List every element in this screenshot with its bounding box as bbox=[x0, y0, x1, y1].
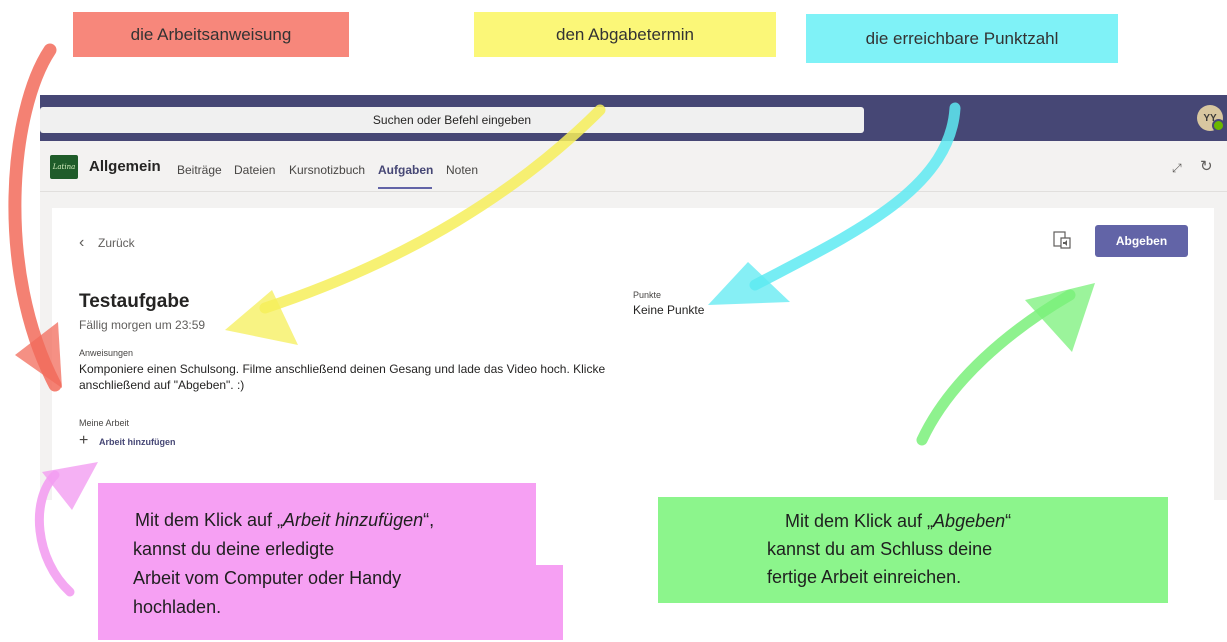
note-submit-line2: kannst du am Schluss deine bbox=[767, 539, 993, 559]
instructions-text: Komponiere einen Schulsong. Filme anschl… bbox=[79, 362, 606, 392]
team-logo-text: Latina bbox=[52, 163, 76, 171]
back-button[interactable]: Zurück bbox=[98, 236, 135, 250]
points-label: Punkte bbox=[633, 290, 662, 300]
due-date: Fällig morgen um 23:59 bbox=[79, 318, 206, 332]
tab-dateien[interactable]: Dateien bbox=[234, 163, 275, 177]
label-instructions: die Arbeitsanweisung bbox=[73, 12, 349, 57]
note-submit-emph: Abgeben bbox=[933, 511, 1006, 531]
submit-button[interactable]: Abgeben bbox=[1095, 225, 1188, 257]
instructions-label: Anweisungen bbox=[79, 348, 134, 358]
note-add-work-line3: Arbeit vom Computer oder Handy bbox=[133, 568, 402, 588]
note-submit-suffix: “ bbox=[1005, 511, 1012, 531]
note-add-work-prefix: Mit dem Klick auf „ bbox=[135, 510, 284, 530]
tab-kursnotizbuch[interactable]: Kursnotizbuch bbox=[289, 163, 365, 177]
note-submit: Mit dem Klick auf „Abgeben“ kannst du am… bbox=[767, 507, 1067, 591]
teams-window: Suchen oder Befehl eingeben YY Latina Al… bbox=[40, 95, 1227, 500]
assignment-card: ‹ Zurück Abgeben Testaufgabe Fällig morg… bbox=[52, 208, 1214, 500]
add-work-button[interactable]: Arbeit hinzufügen bbox=[99, 437, 176, 447]
search-input[interactable]: Suchen oder Befehl eingeben bbox=[40, 107, 864, 133]
assignment-title: Testaufgabe bbox=[79, 291, 190, 312]
label-due-date: den Abgabetermin bbox=[474, 12, 776, 57]
tab-aufgaben[interactable]: Aufgaben bbox=[378, 163, 433, 177]
note-add-work-emph: Arbeit hinzufügen bbox=[283, 510, 424, 530]
points-value: Keine Punkte bbox=[633, 303, 705, 317]
refresh-icon[interactable]: ↻ bbox=[1200, 157, 1213, 175]
immersive-reader-icon[interactable] bbox=[1052, 230, 1072, 250]
note-submit-prefix: Mit dem Klick auf „ bbox=[785, 511, 934, 531]
my-work-label: Meine Arbeit bbox=[79, 418, 130, 428]
note-add-work: Mit dem Klick auf „Arbeit hinzufügen“, k… bbox=[133, 506, 434, 622]
active-tab-indicator bbox=[378, 187, 432, 189]
note-add-work-line4: hochladen. bbox=[133, 597, 222, 617]
channel-name: Allgemein bbox=[89, 158, 161, 175]
chevron-left-icon[interactable]: ‹ bbox=[79, 234, 84, 252]
search-placeholder: Suchen oder Befehl eingeben bbox=[372, 113, 532, 127]
team-logo: Latina bbox=[50, 155, 78, 179]
top-bar: Suchen oder Befehl eingeben YY bbox=[40, 95, 1227, 141]
avatar[interactable]: YY bbox=[1197, 105, 1225, 132]
plus-icon[interactable]: + bbox=[79, 433, 88, 449]
note-submit-line3: fertige Arbeit einreichen. bbox=[767, 567, 962, 587]
label-points: die erreichbare Punktzahl bbox=[806, 14, 1118, 63]
note-add-work-line2: kannst du deine erledigte bbox=[133, 539, 335, 559]
expand-icon[interactable]: ⤢ bbox=[1172, 161, 1182, 176]
tab-noten[interactable]: Noten bbox=[446, 163, 478, 177]
status-available-icon bbox=[1212, 119, 1225, 132]
note-add-work-suffix: “, bbox=[423, 510, 435, 530]
tab-beitraege[interactable]: Beiträge bbox=[177, 163, 222, 177]
channel-header: Latina Allgemein Beiträge Dateien Kursno… bbox=[40, 141, 1227, 192]
